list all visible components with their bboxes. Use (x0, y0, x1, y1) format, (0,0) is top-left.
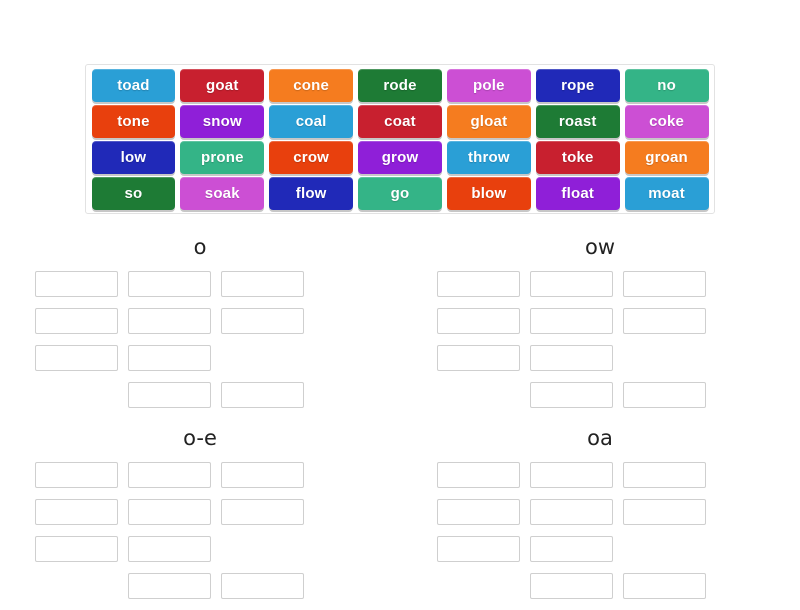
drop-slot[interactable] (530, 462, 613, 489)
word-tile-rode[interactable]: rode (358, 69, 442, 102)
drop-slot[interactable] (35, 462, 118, 489)
drop-slot[interactable] (221, 271, 304, 298)
drop-slot[interactable] (35, 536, 118, 563)
drop-slot[interactable] (530, 382, 613, 409)
drop-slot[interactable] (221, 573, 304, 600)
word-tile-crow[interactable]: crow (269, 141, 354, 174)
drop-slot[interactable] (128, 573, 211, 600)
drop-slot-grid (400, 462, 800, 610)
tile-row: low prone crow grow throw toke groan (89, 141, 711, 177)
category-title: ow (584, 235, 616, 259)
drop-slot[interactable] (128, 308, 211, 335)
drop-slot[interactable] (35, 499, 118, 526)
drop-slot[interactable] (128, 536, 211, 563)
drop-slot[interactable] (35, 271, 118, 298)
category-title: oa (587, 426, 613, 451)
category-group-oa: oa (400, 419, 800, 610)
word-tile-so[interactable]: so (91, 177, 176, 210)
word-tile-pole[interactable]: pole (446, 69, 531, 102)
word-tiles-tray: toad goat cone rode pole rope no tone snow coal co… (85, 64, 715, 214)
drop-slot[interactable] (128, 382, 211, 409)
category-group-ow: ow (400, 228, 800, 419)
word-tile-snow[interactable]: snow (180, 105, 265, 138)
category-title: o-e (183, 426, 217, 451)
word-tile-cone[interactable]: cone (269, 69, 354, 102)
word-tile-goat[interactable]: goat (180, 69, 265, 102)
word-tile-coat[interactable]: coat (358, 105, 442, 138)
drop-slot[interactable] (623, 271, 706, 298)
drop-slot[interactable] (437, 345, 520, 372)
drop-slot[interactable] (623, 462, 706, 489)
drop-slot[interactable] (221, 308, 304, 335)
category-title: o (193, 235, 207, 259)
drop-slot[interactable] (437, 536, 520, 563)
drop-slot[interactable] (530, 499, 613, 526)
tile-row: tone snow coal coat gloat roast coke (89, 105, 711, 141)
word-tile-low[interactable]: low (91, 141, 176, 174)
drop-slot[interactable] (530, 308, 613, 335)
word-tile-rope[interactable]: rope (535, 69, 620, 102)
drop-slot[interactable] (530, 271, 613, 298)
category-group-o: o (0, 228, 400, 419)
drop-slot[interactable] (530, 536, 613, 563)
word-tile-grow[interactable]: grow (358, 141, 442, 174)
word-tile-gloat[interactable]: gloat (446, 105, 531, 138)
word-tile-go[interactable]: go (358, 177, 442, 210)
group-row: o ow (0, 228, 800, 419)
drop-slot[interactable] (623, 382, 706, 409)
drop-slot[interactable] (128, 462, 211, 489)
drop-slot[interactable] (437, 462, 520, 489)
drop-slot[interactable] (530, 345, 613, 372)
word-tile-groan[interactable]: groan (624, 141, 709, 174)
word-tile-coal[interactable]: coal (269, 105, 354, 138)
drop-slot[interactable] (437, 271, 520, 298)
word-tile-tone[interactable]: tone (91, 105, 176, 138)
drop-slot[interactable] (623, 499, 706, 526)
drop-slot[interactable] (437, 499, 520, 526)
drop-slot[interactable] (221, 382, 304, 409)
tile-row: so soak flow go blow float moat (89, 177, 711, 213)
word-tile-coke[interactable]: coke (624, 105, 709, 138)
drop-slot-grid (0, 271, 400, 419)
word-tile-toke[interactable]: toke (535, 141, 620, 174)
drop-slot[interactable] (623, 573, 706, 600)
word-tile-moat[interactable]: moat (624, 177, 709, 210)
tile-row: toad goat cone rode pole rope no (89, 69, 711, 105)
word-tile-roast[interactable]: roast (535, 105, 620, 138)
word-tile-blow[interactable]: blow (446, 177, 531, 210)
drop-slot[interactable] (437, 308, 520, 335)
drop-slot[interactable] (128, 499, 211, 526)
word-tile-float[interactable]: float (535, 177, 620, 210)
group-row: o-e oa (0, 419, 800, 610)
drop-slot-grid (400, 271, 800, 419)
drop-slot-grid (0, 462, 400, 610)
drop-slot[interactable] (221, 462, 304, 489)
drop-slot[interactable] (530, 573, 613, 600)
word-tile-flow[interactable]: flow (269, 177, 354, 210)
word-tile-soak[interactable]: soak (180, 177, 265, 210)
drop-slot[interactable] (128, 345, 211, 372)
drop-slot[interactable] (221, 499, 304, 526)
drop-slot[interactable] (35, 308, 118, 335)
drop-slot[interactable] (35, 345, 118, 372)
word-tile-no[interactable]: no (624, 69, 709, 102)
drop-slot[interactable] (128, 271, 211, 298)
word-tile-toad[interactable]: toad (91, 69, 176, 102)
word-tile-prone[interactable]: prone (180, 141, 265, 174)
category-group-o-e: o-e (0, 419, 400, 610)
drop-slot[interactable] (623, 308, 706, 335)
category-groups: o ow o-e oa (0, 228, 800, 610)
word-tile-throw[interactable]: throw (446, 141, 531, 174)
